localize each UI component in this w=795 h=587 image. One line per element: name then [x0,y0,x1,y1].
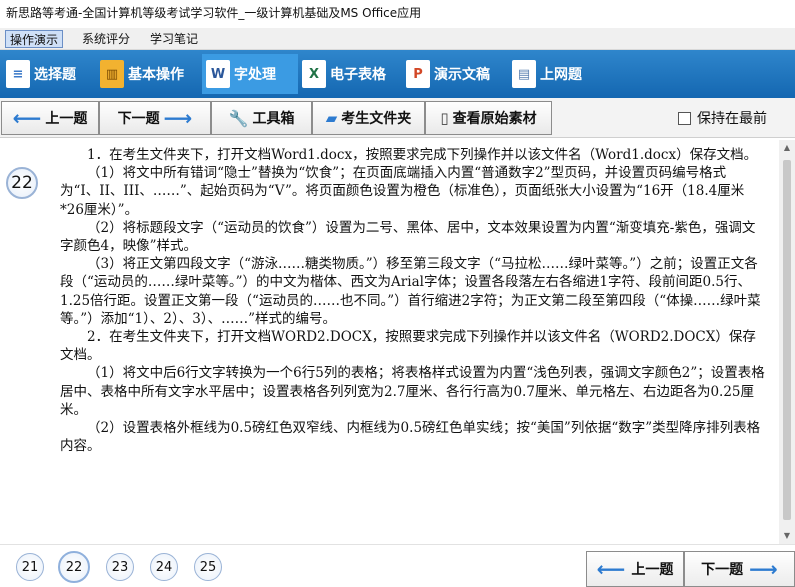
arrow-left-icon: ⟵ [12,106,42,130]
exam-folder-button[interactable]: ▰ 考生文件夹 [312,101,425,135]
question-paragraph: （3）将正文第四段文字（“游泳……糖类物质。”）移至第三段文字（“马拉松……绿叶… [60,256,761,327]
prev-question-button[interactable]: ⟵ 上一题 [1,101,99,135]
question-paragraph: 1．在考生文件夹下，打开文档Word1.docx，按照要求完成下列操作并以该文件… [87,147,758,163]
tab-label: 电子表格 [330,67,386,83]
tab-powerpoint[interactable]: P 演示文稿 [406,54,504,94]
vertical-scrollbar[interactable]: ▲ ▼ [779,140,795,544]
view-original-button[interactable]: ▯ 查看原始素材 [425,101,552,135]
tab-label: 上网题 [540,67,582,83]
books-icon: ▥ [100,60,124,88]
excel-icon: X [302,60,326,88]
question-paragraph: （2）设置表格外框线为0.5磅红色双窄线、内框线为0.5磅红色单实线；按“美国”… [60,420,761,455]
question-paragraph: 2．在考生文件夹下，打开文档WORD2.DOCX，按照要求完成下列操作并以该文件… [60,329,756,364]
next-question-button[interactable]: 下一题 ⟶ [99,101,211,135]
powerpoint-icon: P [406,60,430,88]
arrow-right-icon: ⟶ [749,557,778,581]
tab-label: 选择题 [34,67,76,83]
tab-label: 演示文稿 [434,67,490,83]
tab-internet[interactable]: ▤ 上网题 [512,54,602,94]
list-icon: ≡ [6,60,30,88]
page-button-22[interactable]: 22 [58,551,90,583]
checkbox-box[interactable] [678,111,691,125]
tab-word[interactable]: W 字处理 [202,54,298,94]
menu-bar: 操作演示 系统评分 学习笔记 [0,28,795,50]
menu-demo[interactable]: 操作演示 [5,30,64,48]
question-number-badge: 22 [6,167,38,199]
arrow-left-icon: ⟵ [596,557,626,581]
bottom-pager: 21 22 23 24 25 ⟵ 上一题 下一题 ⟶ [0,544,795,587]
word-icon: W [206,60,230,88]
tab-excel[interactable]: X 电子表格 [302,54,398,94]
page-button-25[interactable]: 25 [194,553,222,581]
arrow-right-icon: ⟶ [163,106,193,130]
question-paragraph: （1）将文中后6行文字转换为一个6行5列的表格；将表格样式设置为内置“浅色列表，… [60,365,765,418]
wrench-icon: 🔧 [228,108,249,128]
question-content: 1．在考生文件夹下，打开文档Word1.docx，按照要求完成下列操作并以该文件… [60,146,765,455]
menu-notes[interactable]: 学习笔记 [146,30,202,48]
scroll-thumb[interactable] [783,160,791,520]
scroll-down-icon[interactable]: ▼ [779,528,795,544]
page-button-21[interactable]: 21 [16,553,44,581]
menu-scoring[interactable]: 系统评分 [78,30,134,48]
document-icon: ▯ [440,109,449,127]
folder-icon: ▰ [325,109,338,127]
page-button-24[interactable]: 24 [150,553,178,581]
window-title: 新思路等考通-全国计算机等级考试学习软件_一级计算机基础及MS Office应用 [0,0,795,28]
tab-basic-ops[interactable]: ▥ 基本操作 [100,54,196,94]
tab-label: 字处理 [234,67,276,83]
document-icon: ▤ [512,60,536,88]
tab-choice[interactable]: ≡ 选择题 [6,54,92,94]
bottom-next-button[interactable]: 下一题 ⟶ [684,551,795,587]
question-paragraph: （1）将文中所有错词“隐士”替换为“饮食”；在页面底端插入内置“普通数字2”型页… [60,165,745,218]
scroll-up-icon[interactable]: ▲ [779,140,795,156]
question-paragraph: （2）将标题段文字（“运动员的饮食”）设置为二号、黑体、居中，文本效果设置为内置… [60,219,756,255]
bottom-prev-button[interactable]: ⟵ 上一题 [586,551,684,587]
toolbar: ⟵ 上一题 下一题 ⟶ 🔧 工具箱 ▰ 考生文件夹 ▯ 查看原始素材 保持在最前 [0,98,795,138]
page-button-23[interactable]: 23 [106,553,134,581]
keep-on-top-checkbox[interactable]: 保持在最前 [678,108,767,128]
toolbox-button[interactable]: 🔧 工具箱 [211,101,312,135]
tab-label: 基本操作 [128,67,184,83]
category-bar: ≡ 选择题 ▥ 基本操作 W 字处理 X 电子表格 P 演示文稿 ▤ 上网题 [0,50,795,98]
